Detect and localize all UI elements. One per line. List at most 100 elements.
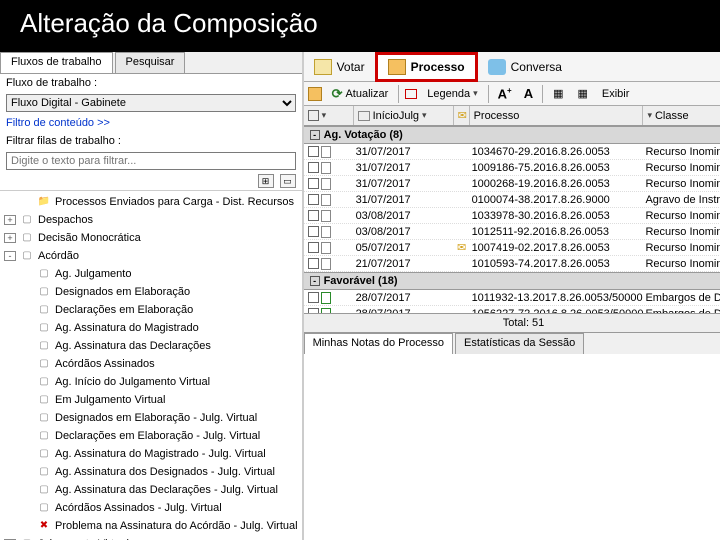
group-row[interactable]: -Ag. Votação (8) — [304, 126, 720, 144]
cell-date: 31/07/2017 — [354, 162, 454, 174]
config-icon-1[interactable]: ▦ — [549, 85, 567, 102]
row-checkbox[interactable] — [308, 226, 319, 237]
gh-inicio[interactable]: InícioJulg▾ — [354, 106, 454, 125]
tree-item[interactable]: ▢Ag. Assinatura do Magistrado — [4, 319, 298, 337]
font-increase-button[interactable]: A+ — [495, 86, 515, 101]
tree-item-icon: ▢ — [36, 357, 52, 371]
group-row[interactable]: -Favorável (18) — [304, 272, 720, 290]
table-row[interactable]: 31/07/20170100074-38.2017.8.26.9000Agrav… — [304, 192, 720, 208]
mini-btn-1[interactable]: ⊞ — [258, 174, 274, 188]
tree-item[interactable]: ▢Ag. Julgamento — [4, 265, 298, 283]
cell-processo: 1012511-92.2016.8.26.0053 — [470, 226, 644, 238]
gh-check[interactable]: ▾ — [304, 106, 354, 125]
page-icon — [321, 194, 331, 206]
page-icon — [321, 226, 331, 238]
cell-processo: 1009186-75.2016.8.26.0053 — [470, 162, 644, 174]
tree-item[interactable]: ✖Problema na Assinatura do Acórdão - Jul… — [4, 517, 298, 535]
tab-votar-label: Votar — [337, 60, 365, 74]
cell-classe: Recurso Inominad — [643, 242, 720, 254]
processo-icon — [388, 59, 406, 75]
fluxo-label: Fluxo de trabalho : — [0, 74, 302, 92]
row-checkbox[interactable] — [308, 194, 319, 205]
tree-item[interactable]: ▢Ag. Assinatura dos Designados - Julg. V… — [4, 463, 298, 481]
row-checkbox[interactable] — [308, 242, 319, 253]
table-row[interactable]: 03/08/20171033978-30.2016.8.26.0053Recur… — [304, 208, 720, 224]
page-icon — [321, 178, 331, 190]
gh-processo[interactable]: Processo — [470, 106, 644, 125]
tree-item[interactable]: ▢Ag. Assinatura do Magistrado - Julg. Vi… — [4, 445, 298, 463]
tree-item-icon: ▢ — [36, 339, 52, 353]
tree-item[interactable]: ▢Em Julgamento Virtual — [4, 391, 298, 409]
row-checkbox[interactable] — [308, 292, 319, 303]
tree-item[interactable]: -▢Acórdão — [4, 247, 298, 265]
tree-item-label: Designados em Elaboração — [55, 284, 190, 300]
row-checkbox[interactable] — [308, 146, 319, 157]
page-icon — [321, 292, 331, 304]
table-row[interactable]: 21/07/20171010593-74.2017.8.26.0053Recur… — [304, 256, 720, 272]
conversa-icon — [488, 59, 506, 75]
left-panel: Fluxos de trabalho Pesquisar Fluxo de tr… — [0, 52, 304, 540]
page-icon — [321, 242, 331, 254]
filter-input[interactable] — [6, 152, 296, 170]
open-folder-icon[interactable] — [308, 87, 322, 101]
tree-item-icon: ▢ — [36, 321, 52, 335]
table-row[interactable]: 28/07/20171011932-13.2017.8.26.0053/5000… — [304, 290, 720, 306]
cell-classe: Agravo de Instrum — [643, 194, 720, 206]
tree-item-label: Acórdãos Assinados - Julg. Virtual — [55, 500, 222, 516]
table-row[interactable]: 05/07/2017✉1007419-02.2017.8.26.0053Recu… — [304, 240, 720, 256]
tree-item-icon: ▢ — [36, 447, 52, 461]
exibir-button[interactable]: Exibir — [598, 86, 634, 102]
atualizar-button[interactable]: ⟳Atualizar — [328, 84, 393, 104]
total-bar: Total: 51 — [304, 313, 720, 332]
cell-classe: Recurso Inominad — [643, 226, 720, 238]
workflow-tree: 📁Processos Enviados para Carga - Dist. R… — [0, 191, 302, 540]
gh-mail[interactable]: ✉ — [454, 106, 470, 125]
table-row[interactable]: 31/07/20171034670-29.2016.8.26.0053Recur… — [304, 144, 720, 160]
cell-processo: 1011932-13.2017.8.26.0053/50000 — [470, 292, 644, 304]
mail-header-icon: ✉ — [458, 109, 467, 122]
frame-icon[interactable] — [405, 89, 417, 99]
tree-item[interactable]: ▢Ag. Assinatura das Declarações - Julg. … — [4, 481, 298, 499]
left-tabs: Fluxos de trabalho Pesquisar — [0, 52, 302, 74]
legenda-button[interactable]: Legenda▾ — [423, 86, 481, 102]
tree-item[interactable]: +▢Despachos — [4, 211, 298, 229]
tree-item-label: Decisão Monocrática — [38, 230, 141, 246]
tab-minhas-notas[interactable]: Minhas Notas do Processo — [304, 333, 453, 354]
tree-item[interactable]: ▢Declarações em Elaboração — [4, 301, 298, 319]
tab-estatisticas[interactable]: Estatísticas da Sessão — [455, 333, 584, 354]
tree-item[interactable]: -▢Julgamento Virtual — [4, 535, 298, 540]
table-row[interactable]: 03/08/20171012511-92.2016.8.26.0053Recur… — [304, 224, 720, 240]
mini-btn-2[interactable]: ▭ — [280, 174, 296, 188]
tab-fluxos[interactable]: Fluxos de trabalho — [0, 52, 113, 73]
tree-item-label: Ag. Assinatura do Magistrado - Julg. Vir… — [55, 446, 266, 462]
tree-item[interactable]: 📁Processos Enviados para Carga - Dist. R… — [4, 193, 298, 211]
tree-item[interactable]: ▢Acórdãos Assinados - Julg. Virtual — [4, 499, 298, 517]
tab-conversa[interactable]: Conversa — [478, 55, 572, 79]
tab-processo[interactable]: Processo — [375, 52, 478, 82]
row-checkbox[interactable] — [308, 178, 319, 189]
filtro-conteudo-link[interactable]: Filtro de conteúdo >> — [0, 114, 302, 132]
tree-item[interactable]: +▢Decisão Monocrática — [4, 229, 298, 247]
cell-classe: Recurso Inominad — [643, 258, 720, 270]
tab-pesquisar[interactable]: Pesquisar — [115, 52, 186, 73]
tab-conversa-label: Conversa — [511, 60, 562, 74]
page-icon — [321, 146, 331, 158]
tree-item[interactable]: ▢Ag. Início do Julgamento Virtual — [4, 373, 298, 391]
fluxo-select[interactable]: Fluxo Digital - Gabinete — [6, 94, 296, 112]
tree-item[interactable]: ▢Declarações em Elaboração - Julg. Virtu… — [4, 427, 298, 445]
cell-classe: Recurso Inominad — [643, 146, 720, 158]
tree-item-icon: 📁 — [36, 195, 52, 209]
table-row[interactable]: 31/07/20171000268-19.2016.8.26.0053Recur… — [304, 176, 720, 192]
tab-votar[interactable]: Votar — [304, 55, 375, 79]
config-icon-2[interactable]: ▦ — [573, 85, 591, 102]
row-checkbox[interactable] — [308, 162, 319, 173]
row-checkbox[interactable] — [308, 210, 319, 221]
tree-item[interactable]: ▢Ag. Assinatura das Declarações — [4, 337, 298, 355]
row-checkbox[interactable] — [308, 258, 319, 269]
tree-item[interactable]: ▢Acórdãos Assinados — [4, 355, 298, 373]
tree-item[interactable]: ▢Designados em Elaboração — [4, 283, 298, 301]
font-decrease-button[interactable]: A — [521, 86, 536, 101]
table-row[interactable]: 31/07/20171009186-75.2016.8.26.0053Recur… — [304, 160, 720, 176]
gh-classe[interactable]: ▾Classe — [643, 106, 720, 125]
tree-item[interactable]: ▢Designados em Elaboração - Julg. Virtua… — [4, 409, 298, 427]
